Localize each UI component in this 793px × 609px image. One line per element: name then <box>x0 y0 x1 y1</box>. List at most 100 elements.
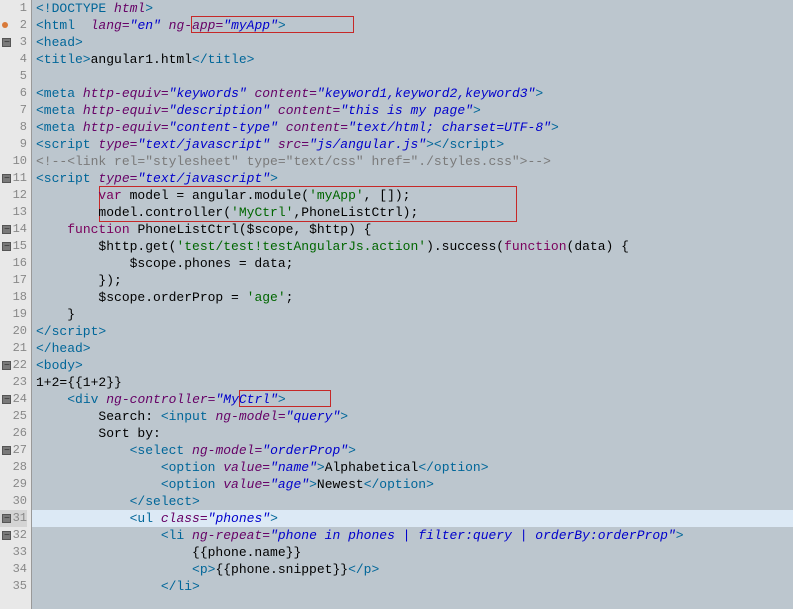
code-line[interactable] <box>32 68 793 85</box>
code-line[interactable]: $scope.phones = data; <box>32 255 793 272</box>
line-number[interactable]: 6 <box>0 85 27 102</box>
fold-collapse-icon[interactable] <box>2 242 11 251</box>
code-line[interactable]: }); <box>32 272 793 289</box>
fold-collapse-icon[interactable] <box>2 361 11 370</box>
code-line[interactable]: <ul class="phones"> <box>32 510 793 527</box>
fold-collapse-icon[interactable] <box>2 446 11 455</box>
line-number[interactable]: 16 <box>0 255 27 272</box>
line-number[interactable]: 34 <box>0 561 27 578</box>
line-number[interactable]: 4 <box>0 51 27 68</box>
line-number[interactable]: 1 <box>0 0 27 17</box>
line-number[interactable]: 35 <box>0 578 27 595</box>
code-line[interactable]: var model = angular.module('myApp', []); <box>32 187 793 204</box>
code-token: content= <box>254 86 316 101</box>
line-number[interactable]: 31 <box>0 510 27 527</box>
code-line[interactable]: function PhoneListCtrl($scope, $http) { <box>32 221 793 238</box>
code-token: > <box>278 18 286 33</box>
code-line[interactable]: <script type="text/javascript"> <box>32 170 793 187</box>
line-number[interactable]: 27 <box>0 442 27 459</box>
fold-collapse-icon[interactable] <box>2 514 11 523</box>
line-number[interactable]: 2 <box>0 17 27 34</box>
line-number[interactable]: 11 <box>0 170 27 187</box>
code-area[interactable]: <!DOCTYPE html><html lang="en" ng-app="m… <box>32 0 793 609</box>
line-number[interactable]: 23 <box>0 374 27 391</box>
line-number[interactable]: 17 <box>0 272 27 289</box>
code-line[interactable]: <!--<link rel="stylesheet" type="text/cs… <box>32 153 793 170</box>
code-token: ).success( <box>426 239 504 254</box>
code-token: 1+2={{1+2}} <box>36 375 122 390</box>
line-number[interactable]: 21 <box>0 340 27 357</box>
code-line[interactable]: <li ng-repeat="phone in phones | filter:… <box>32 527 793 544</box>
code-line[interactable]: $http.get('test/test!testAngularJs.actio… <box>32 238 793 255</box>
code-line[interactable]: <head> <box>32 34 793 51</box>
line-number[interactable]: 28 <box>0 459 27 476</box>
code-line[interactable]: <meta http-equiv="description" content="… <box>32 102 793 119</box>
code-line[interactable]: <div ng-controller="MyCtrl"> <box>32 391 793 408</box>
code-line[interactable]: </head> <box>32 340 793 357</box>
line-number[interactable]: 9 <box>0 136 27 153</box>
code-editor[interactable]: 1234567891011121314151617181920212223242… <box>0 0 793 609</box>
line-number[interactable]: 32 <box>0 527 27 544</box>
code-token: angular1.html <box>91 52 192 67</box>
code-token: "text/javascript" <box>137 171 270 186</box>
code-line[interactable]: model.controller('MyCtrl',PhoneListCtrl)… <box>32 204 793 221</box>
code-line[interactable]: <p>{{phone.snippet}}</p> <box>32 561 793 578</box>
code-line[interactable]: <option value="name">Alphabetical</optio… <box>32 459 793 476</box>
code-line[interactable]: $scope.orderProp = 'age'; <box>32 289 793 306</box>
line-number[interactable]: 25 <box>0 408 27 425</box>
code-line[interactable]: </select> <box>32 493 793 510</box>
line-number[interactable]: 14 <box>0 221 27 238</box>
code-token: <p> <box>192 562 215 577</box>
code-token: </title> <box>192 52 254 67</box>
line-number[interactable]: 8 <box>0 119 27 136</box>
line-number[interactable]: 18 <box>0 289 27 306</box>
code-line[interactable]: {{phone.name}} <box>32 544 793 561</box>
code-token: "MyCtrl" <box>215 392 277 407</box>
code-line[interactable]: 1+2={{1+2}} <box>32 374 793 391</box>
code-line[interactable]: <meta http-equiv="content-type" content=… <box>32 119 793 136</box>
line-number[interactable]: 20 <box>0 323 27 340</box>
code-token: <script <box>36 171 91 186</box>
line-number[interactable]: 30 <box>0 493 27 510</box>
line-number[interactable]: 10 <box>0 153 27 170</box>
code-line[interactable]: <script type="text/javascript" src="js/a… <box>32 136 793 153</box>
breakpoint-icon[interactable] <box>2 22 8 28</box>
code-line[interactable]: <title>angular1.html</title> <box>32 51 793 68</box>
line-number-gutter[interactable]: 1234567891011121314151617181920212223242… <box>0 0 32 609</box>
code-line[interactable]: </​script> <box>32 323 793 340</box>
code-line[interactable]: <option value="age">Newest</option> <box>32 476 793 493</box>
code-token: Newest <box>317 477 364 492</box>
code-line[interactable]: </li> <box>32 578 793 595</box>
line-number[interactable]: 33 <box>0 544 27 561</box>
code-token: function <box>67 222 129 237</box>
line-number[interactable]: 26 <box>0 425 27 442</box>
code-token: </option> <box>418 460 488 475</box>
line-number[interactable]: 15 <box>0 238 27 255</box>
fold-collapse-icon[interactable] <box>2 395 11 404</box>
fold-collapse-icon[interactable] <box>2 225 11 234</box>
line-number[interactable]: 7 <box>0 102 27 119</box>
line-number[interactable]: 29 <box>0 476 27 493</box>
code-line[interactable]: <html lang="en" ng-app="myApp"> <box>32 17 793 34</box>
code-token: "keyword1,keyword2,keyword3" <box>317 86 535 101</box>
code-token: "myApp" <box>223 18 278 33</box>
line-number[interactable]: 22 <box>0 357 27 374</box>
code-token: http-equiv= <box>83 103 169 118</box>
line-number[interactable]: 12 <box>0 187 27 204</box>
code-line[interactable]: <body> <box>32 357 793 374</box>
fold-collapse-icon[interactable] <box>2 531 11 540</box>
line-number[interactable]: 24 <box>0 391 27 408</box>
code-line[interactable]: <select ng-model="orderProp"> <box>32 442 793 459</box>
code-line[interactable]: Search: <input ng-model="query"> <box>32 408 793 425</box>
code-token: ; <box>286 290 294 305</box>
code-line[interactable]: Sort by: <box>32 425 793 442</box>
line-number[interactable]: 3 <box>0 34 27 51</box>
code-line[interactable]: } <box>32 306 793 323</box>
fold-collapse-icon[interactable] <box>2 174 11 183</box>
fold-collapse-icon[interactable] <box>2 38 11 47</box>
line-number[interactable]: 5 <box>0 68 27 85</box>
code-line[interactable]: <meta http-equiv="keywords" content="key… <box>32 85 793 102</box>
code-line[interactable]: <!DOCTYPE html> <box>32 0 793 17</box>
line-number[interactable]: 19 <box>0 306 27 323</box>
line-number[interactable]: 13 <box>0 204 27 221</box>
